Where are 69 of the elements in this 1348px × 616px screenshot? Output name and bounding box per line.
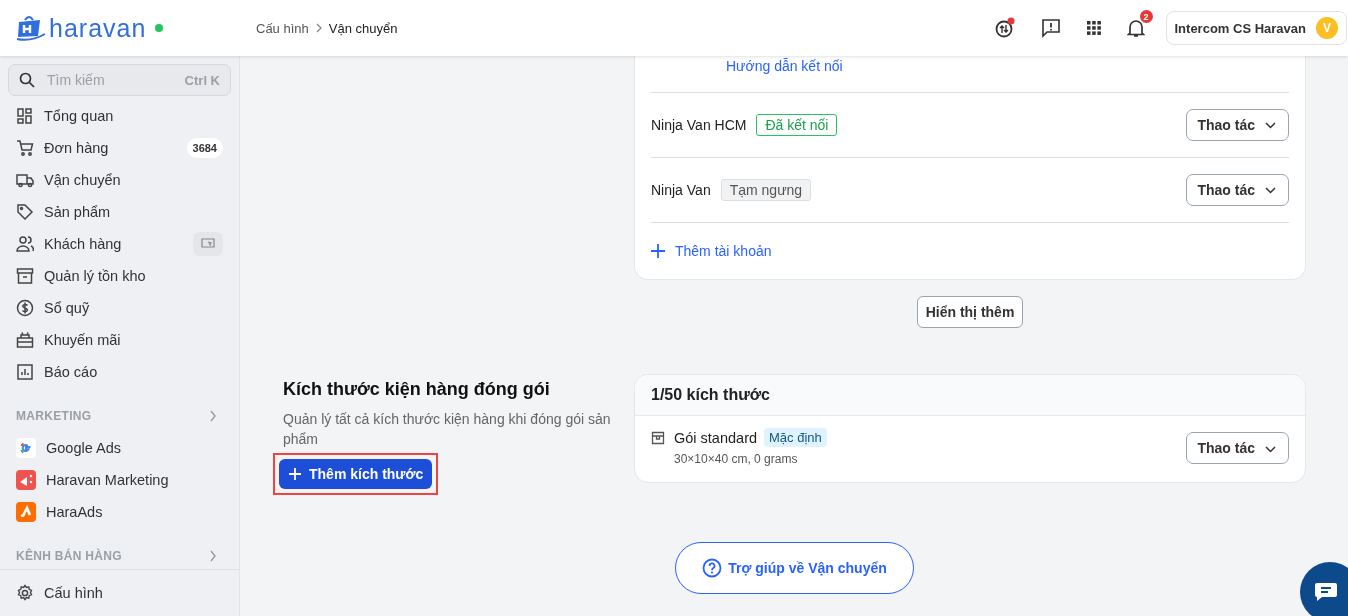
- sidebar-item[interactable]: Haravan Marketing: [8, 464, 231, 496]
- settings-item[interactable]: Cấu hình: [0, 569, 239, 616]
- status-tag: Tạm ngưng: [720, 179, 812, 201]
- chevron-right-icon: [314, 23, 323, 33]
- shortcut-hint: Ctrl K: [184, 72, 220, 88]
- sidebar-item[interactable]: Báo cáo: [8, 356, 231, 388]
- plus-icon: [289, 468, 301, 480]
- online-dot: [155, 24, 164, 32]
- sidebar-item[interactable]: Tổng quan: [8, 100, 231, 132]
- guide-link[interactable]: Hướng dẫn kết nối: [726, 58, 843, 74]
- box-icon: [651, 431, 665, 445]
- chevron-down-icon: [1265, 121, 1276, 129]
- section-description: Quản lý tất cả kích thước kiện hàng khi đóng gói sản phẩm: [283, 410, 612, 449]
- megaphone-logo-icon: [16, 470, 36, 490]
- account-name: Ninja Van: [651, 182, 711, 198]
- users-icon: [16, 235, 34, 253]
- sidebar-item[interactable]: Google Ads: [8, 432, 231, 464]
- account-button[interactable]: Intercom CS Haravan V: [1165, 11, 1347, 45]
- action-dropdown[interactable]: Thao tác: [1186, 174, 1289, 206]
- package-dimensions: 30×10×40 cm, 0 grams: [674, 452, 799, 466]
- logo-text[interactable]: haravan: [49, 13, 147, 43]
- sidebar-item[interactable]: Khách hàng: [8, 228, 231, 260]
- status-tag: Đã kết nối: [756, 114, 838, 136]
- sidebar-item[interactable]: Sổ quỹ: [8, 292, 231, 324]
- chevron-right-icon: [209, 550, 217, 562]
- breadcrumb-link[interactable]: Cấu hình: [256, 20, 309, 36]
- truck-icon: [16, 171, 34, 189]
- tag-icon: [16, 203, 34, 221]
- count-badge: 3684: [186, 138, 223, 158]
- haraads-logo-icon: [16, 502, 36, 522]
- breadcrumb-current: Vận chuyển: [328, 20, 398, 36]
- chevron-right-icon: [209, 410, 217, 422]
- plus-icon: [651, 244, 665, 258]
- sidebar-item[interactable]: Đơn hàng 3684: [8, 132, 231, 164]
- google-logo-icon: [16, 438, 36, 458]
- section-title: Kích thước kiện hàng đóng gói: [283, 379, 551, 400]
- action-dropdown[interactable]: Thao tác: [1186, 109, 1289, 141]
- sidebar-item[interactable]: Sản phẩm: [8, 196, 231, 228]
- logo-icon: [16, 14, 46, 42]
- search-input[interactable]: Tìm kiếm: [45, 71, 175, 89]
- card-title: 1/50 kích thước: [651, 386, 770, 404]
- chat-launcher[interactable]: [1300, 562, 1348, 616]
- add-size-button[interactable]: Thêm kích thước: [279, 459, 433, 489]
- help-button[interactable]: Trợ giúp về Vận chuyển: [675, 542, 914, 594]
- dollar-icon: [16, 299, 34, 317]
- chart-icon: [16, 363, 34, 381]
- account-name: Ninja Van HCM: [651, 117, 747, 133]
- action-dropdown[interactable]: Thao tác: [1186, 432, 1289, 464]
- sidebar-item[interactable]: Vận chuyển: [8, 164, 231, 196]
- chevron-down-icon: [1265, 186, 1276, 194]
- package-name: Gói standard: [674, 429, 758, 446]
- show-more-button[interactable]: Hiển thị thêm: [916, 296, 1024, 328]
- cart-icon: [16, 139, 34, 157]
- default-tag: Mặc định: [764, 428, 827, 447]
- grid-icon: [16, 107, 34, 125]
- question-icon: [702, 558, 723, 578]
- settings-icon: [16, 584, 34, 602]
- add-account-link[interactable]: Thêm tài khoản: [651, 243, 772, 259]
- archive-icon: [16, 267, 34, 285]
- avatar-initial: V: [1316, 17, 1338, 39]
- search-icon: [19, 72, 35, 88]
- chevron-down-icon: [1265, 446, 1276, 453]
- gift-icon: [16, 331, 34, 349]
- notification-badge: 2: [1139, 10, 1153, 23]
- sidebar-item[interactable]: Quản lý tồn kho: [8, 260, 231, 292]
- sidebar-item[interactable]: HaraAds: [8, 496, 231, 528]
- sidebar-item[interactable]: Khuyến mãi: [8, 324, 231, 356]
- chat-icon: [1314, 582, 1338, 602]
- bell-icon[interactable]: [1126, 18, 1145, 38]
